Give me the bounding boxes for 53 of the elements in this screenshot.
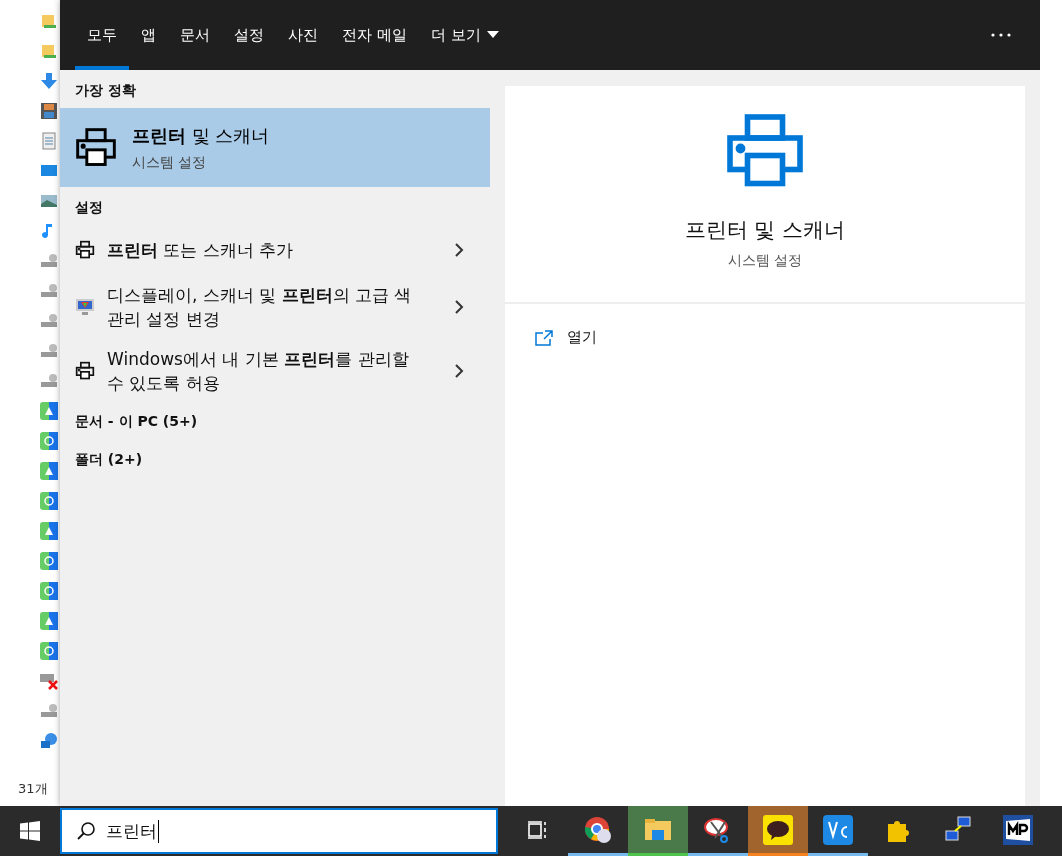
drive-icon [40, 312, 58, 330]
filter-tab[interactable]: 사진 [276, 0, 330, 70]
caret-down-icon [486, 31, 499, 39]
document-icon [40, 132, 58, 150]
filter-tab[interactable]: 전자 메일 [330, 0, 419, 70]
filter-tab[interactable]: 문서 [168, 0, 222, 70]
setting-result[interactable]: Windows에서 내 기본 프린터를 관리할 수 있도록 허용 [107, 347, 412, 395]
drive-icon [40, 372, 58, 390]
chevron-right-icon[interactable] [454, 363, 464, 379]
drive-icon [40, 702, 58, 720]
section-heading: 설정 [74, 198, 104, 217]
folder-icon[interactable] [644, 817, 672, 842]
result-subtitle: 시스템 설정 [132, 153, 208, 172]
item-count: 31개 [17, 780, 48, 798]
setting-result[interactable]: 프린터 또는 스캐너 추가 [107, 238, 412, 262]
download-icon [40, 72, 58, 90]
network-icon [40, 732, 58, 750]
filter-tab[interactable]: 설정 [222, 0, 276, 70]
drive-icon [40, 342, 58, 360]
drive-icon [40, 672, 58, 690]
drive-icon [40, 282, 58, 300]
image-icon [40, 192, 58, 210]
folder-icon [40, 42, 58, 60]
more-options-icon[interactable] [990, 32, 1012, 38]
result-group-heading[interactable]: 문서 - 이 PC (5+) [60, 403, 490, 441]
folder-icon [40, 12, 58, 30]
section-heading: 가장 정확 [74, 81, 137, 100]
taskbar-app-button[interactable] [748, 806, 808, 856]
filter-tab[interactable]: 더 보기 [418, 0, 511, 70]
media-player-icon[interactable] [1003, 814, 1033, 845]
result-group-heading[interactable]: 폴더 (2+) [60, 441, 490, 479]
preview-title: 프린터 및 스캐너 [684, 217, 846, 244]
remote-desktop-icon[interactable] [823, 814, 853, 845]
preview-subtitle: 시스템 설정 [727, 252, 803, 270]
printer-icon [75, 240, 95, 260]
result-title: 프린터 및 스캐너 [132, 123, 270, 148]
best-match-result[interactable]: 프린터 및 스캐너 시스템 설정 [60, 108, 490, 187]
chevron-right-icon[interactable] [454, 299, 464, 315]
film-icon [40, 102, 58, 120]
chat-bubble-icon[interactable] [763, 814, 793, 845]
printer-icon [75, 361, 95, 381]
search-field[interactable]: 프린터 [60, 808, 498, 854]
windows-logo-icon [20, 821, 40, 841]
monitor-icon [75, 297, 95, 317]
search-icon [76, 821, 96, 841]
task-view-icon[interactable] [527, 819, 549, 840]
drive-icon [40, 252, 58, 270]
open-icon [535, 329, 553, 346]
open-action[interactable]: 열기 [567, 328, 597, 347]
filter-tab[interactable]: 앱 [129, 0, 168, 70]
browser-icon[interactable] [583, 814, 613, 845]
setting-result[interactable]: 디스플레이, 스캐너 및 프린터의 고급 색 관리 설정 변경 [107, 283, 412, 331]
chevron-right-icon[interactable] [454, 242, 464, 258]
